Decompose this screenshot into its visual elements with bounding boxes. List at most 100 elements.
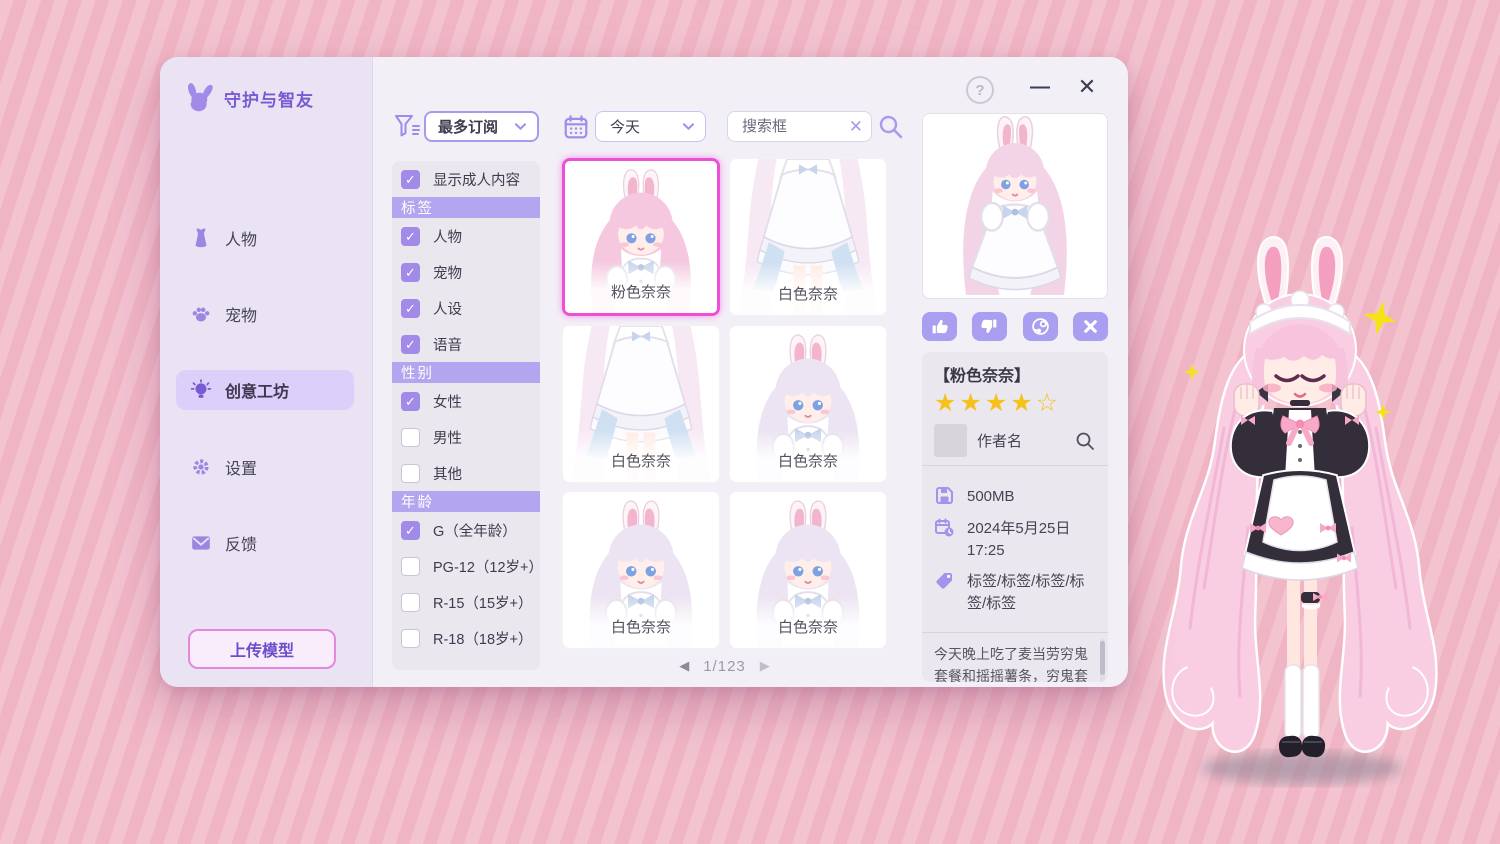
model-info-card: 【粉色奈奈】 ★★★★☆ 作者名 500MB xyxy=(922,352,1108,682)
author-name: 作者名 xyxy=(977,430,1064,451)
next-page-icon[interactable]: ▶ xyxy=(760,658,770,674)
sidebar-item-label: 宠物 xyxy=(225,302,257,326)
filter-option-other[interactable]: ✓ 其他 xyxy=(392,455,540,491)
desktop: { "window": { "controls": { "help": "?",… xyxy=(0,0,1500,844)
rating-stars: ★★★★☆ xyxy=(934,391,1096,416)
steam-button[interactable] xyxy=(1023,312,1058,341)
gear-icon xyxy=(190,456,212,478)
search-box: ✕ xyxy=(727,111,872,142)
checkbox[interactable]: ✓ xyxy=(401,392,420,411)
checkbox[interactable]: ✓ xyxy=(401,263,420,282)
sort-dropdown[interactable]: 最多订阅 xyxy=(424,111,539,142)
filter-option-character[interactable]: ✓ 人物 xyxy=(392,218,540,254)
sidebar-item-feedback[interactable]: 反馈 xyxy=(176,523,354,563)
model-title: 【粉色奈奈】 xyxy=(934,362,1096,386)
checkbox[interactable]: ✓ xyxy=(401,521,420,540)
filter-option-voice[interactable]: ✓ 语音 xyxy=(392,326,540,362)
filter-option-male[interactable]: ✓ 男性 xyxy=(392,419,540,455)
checkbox[interactable]: ✓ xyxy=(401,593,420,612)
filter-section-header-tags: 标签 xyxy=(392,197,540,218)
steam-icon xyxy=(1031,317,1050,336)
minimize-button[interactable]: — xyxy=(1026,73,1054,101)
window-close-button[interactable]: ✕ xyxy=(1073,73,1101,101)
model-card-label: 白色奈奈 xyxy=(563,596,719,648)
sidebar-item-label: 设置 xyxy=(225,455,257,479)
star-icon: ★ xyxy=(934,389,959,417)
page-indicator: 1/123 xyxy=(703,658,746,675)
sidebar: 守护与智友 人物 宠物 创意工坊 设置 xyxy=(160,57,373,687)
search-icon[interactable] xyxy=(877,113,904,140)
checkbox[interactable]: ✓ xyxy=(401,428,420,447)
model-description-section: 今天晚上吃了麦当劳穷鬼套餐和摇摇薯条，穷鬼套餐在涨价的话，就要吃不起了！！！ xyxy=(922,633,1108,682)
bulb-icon xyxy=(190,379,212,401)
model-card-white-nana[interactable]: 白色奈奈 xyxy=(562,491,720,649)
updated-date-row: 2024年5月25日 17:25 xyxy=(934,517,1096,562)
checkbox[interactable]: ✓ xyxy=(401,170,420,189)
tags-row: 标签/标签/标签/标签/标签 xyxy=(934,570,1096,615)
paw-icon xyxy=(190,303,212,325)
checkbox[interactable]: ✓ xyxy=(401,227,420,246)
help-button[interactable]: ? xyxy=(966,76,994,104)
checkbox[interactable]: ✓ xyxy=(401,335,420,354)
filter-panel: ✓ 显示成人内容 标签 ✓ 人物 ✓ 宠物 ✓ 人设 ✓ 语音 性别 ✓ 女性 … xyxy=(392,161,540,670)
checkbox[interactable]: ✓ xyxy=(401,299,420,318)
filter-option-persona[interactable]: ✓ 人设 xyxy=(392,290,540,326)
thumbs-up-button[interactable] xyxy=(922,312,957,341)
model-preview-image xyxy=(922,113,1108,299)
star-icon: ★ xyxy=(1010,389,1035,417)
thumbs-down-button[interactable] xyxy=(972,312,1007,341)
pagination: ◀ 1/123 ▶ xyxy=(562,655,887,677)
upload-model-button[interactable]: 上传模型 xyxy=(188,629,336,669)
sidebar-item-settings[interactable]: 设置 xyxy=(176,447,354,487)
filter-option-female[interactable]: ✓ 女性 xyxy=(392,383,540,419)
author-avatar xyxy=(934,424,967,457)
model-card-label: 粉色奈奈 xyxy=(565,261,717,313)
mail-icon xyxy=(190,532,212,554)
desktop-pet-character[interactable] xyxy=(1152,228,1452,808)
sidebar-item-workshop[interactable]: 创意工坊 xyxy=(176,370,354,410)
model-card-white-nana[interactable]: 白色奈奈 xyxy=(729,325,887,483)
checkbox[interactable]: ✓ xyxy=(401,557,420,576)
prev-page-icon[interactable]: ◀ xyxy=(679,658,689,674)
date-filter-value: 今天 xyxy=(610,116,640,137)
model-card-white-nana[interactable]: 白色奈奈 xyxy=(562,325,720,483)
description-scrollbar[interactable] xyxy=(1100,641,1105,675)
rabbit-icon xyxy=(182,81,216,115)
model-card-white-nana[interactable]: 白色奈奈 xyxy=(729,491,887,649)
search-input[interactable] xyxy=(740,117,843,136)
sidebar-item-pets[interactable]: 宠物 xyxy=(176,294,354,334)
author-search-icon[interactable] xyxy=(1074,430,1096,452)
model-card-pink-nana[interactable]: 粉色奈奈 xyxy=(562,158,720,316)
filter-option-pet[interactable]: ✓ 宠物 xyxy=(392,254,540,290)
file-size-row: 500MB xyxy=(934,485,1096,508)
updated-date: 2024年5月25日 17:25 xyxy=(967,517,1096,562)
sidebar-item-label: 反馈 xyxy=(225,531,257,555)
sidebar-item-label: 创意工坊 xyxy=(225,378,289,402)
star-icon: ★ xyxy=(985,389,1010,417)
thumbs-up-icon xyxy=(930,317,949,336)
model-card-label: 白色奈奈 xyxy=(730,263,886,315)
filter-section-header-age: 年龄 xyxy=(392,491,540,512)
filter-adult-content[interactable]: ✓ 显示成人内容 xyxy=(392,161,540,197)
clear-search-icon[interactable]: ✕ xyxy=(849,118,863,135)
chevron-down-icon xyxy=(681,119,696,134)
file-size: 500MB xyxy=(967,485,1015,508)
app-title: 守护与智友 xyxy=(224,86,314,111)
filter-section-header-gender: 性别 xyxy=(392,362,540,383)
model-card-white-nana[interactable]: 白色奈奈 xyxy=(729,158,887,316)
checkbox[interactable]: ✓ xyxy=(401,464,420,483)
chevron-down-icon xyxy=(513,119,528,134)
filter-option-pg12[interactable]: ✓ PG-12（12岁+） xyxy=(392,548,540,584)
filter-option-r15[interactable]: ✓ R-15（15岁+） xyxy=(392,584,540,620)
tag-icon xyxy=(934,570,955,591)
star-icon: ★ xyxy=(959,389,984,417)
sidebar-item-characters[interactable]: 人物 xyxy=(176,218,354,258)
checkbox[interactable]: ✓ xyxy=(401,629,420,648)
date-filter-dropdown[interactable]: 今天 xyxy=(595,111,706,142)
app-window: 守护与智友 人物 宠物 创意工坊 设置 xyxy=(160,57,1128,687)
close-icon xyxy=(1081,317,1100,336)
filter-option-r18[interactable]: ✓ R-18（18岁+） xyxy=(392,620,540,656)
dress-icon xyxy=(190,227,212,249)
filter-option-g[interactable]: ✓ G（全年龄） xyxy=(392,512,540,548)
remove-button[interactable] xyxy=(1073,312,1108,341)
